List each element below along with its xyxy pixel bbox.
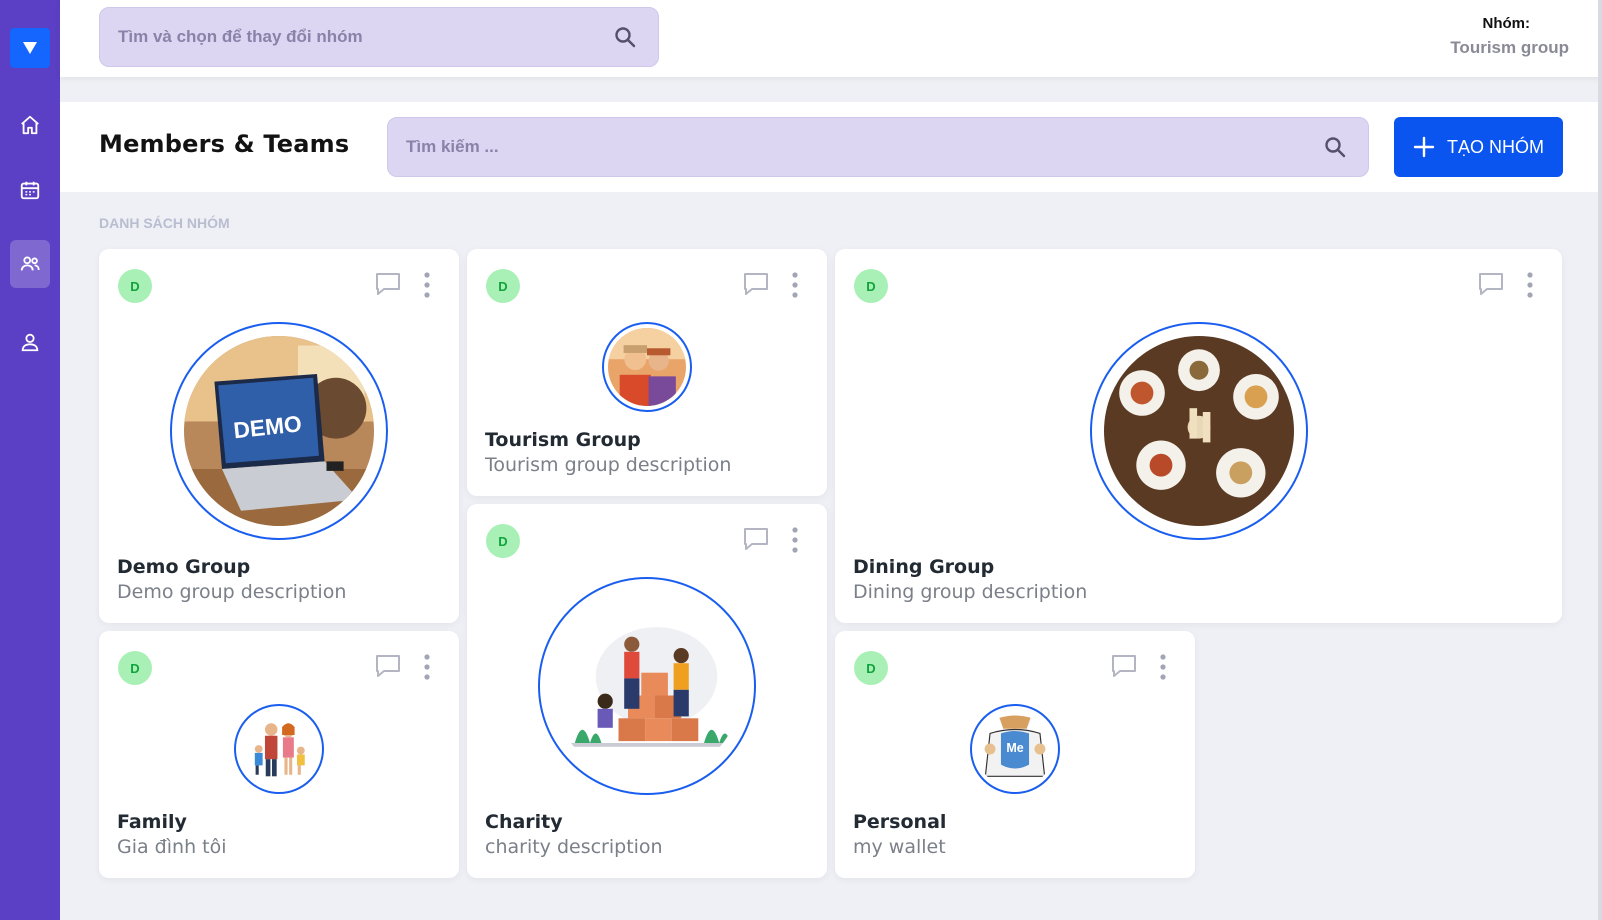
chat-icon[interactable] (374, 271, 402, 297)
group-initial-badge: D (118, 651, 152, 685)
sidebar-item-profile[interactable] (10, 318, 50, 366)
svg-text:Me: Me (1006, 741, 1023, 755)
group-title: Charity (485, 811, 563, 833)
group-description: Dining group description (853, 581, 1088, 603)
group-avatar: Me (970, 704, 1060, 794)
search-icon (615, 27, 636, 48)
group-initial-badge: D (486, 269, 520, 303)
group-avatar (538, 577, 756, 795)
group-avatar: DEMO (170, 322, 388, 540)
charity-boxes-image (552, 591, 742, 781)
me-hero-image: Me (976, 710, 1054, 788)
group-switch-search[interactable] (99, 7, 659, 67)
group-description: charity description (485, 836, 663, 858)
sidebar-item-home[interactable] (10, 101, 50, 149)
group-initial-badge: D (854, 269, 888, 303)
group-initial-badge: D (486, 524, 520, 558)
chat-icon[interactable] (742, 526, 770, 552)
family-image (240, 710, 318, 788)
group-title: Personal (853, 811, 947, 833)
chat-icon[interactable] (374, 653, 402, 679)
member-search[interactable] (387, 117, 1369, 177)
group-card-demo[interactable]: D DEMO Demo Group Demo group description (99, 249, 459, 623)
group-description: Demo group description (117, 581, 347, 603)
topbar: Nhóm: Tourism group (60, 0, 1602, 77)
group-card-tourism[interactable]: D Tourism Group Tourism group descriptio… (467, 249, 827, 496)
page-header: Members & Teams TẠO NHÓM (60, 102, 1602, 192)
chat-icon[interactable] (1477, 271, 1505, 297)
group-card-dining[interactable]: D Dining Group Dining group description (835, 249, 1562, 623)
more-vertical-icon[interactable] (790, 526, 800, 554)
current-group-label: Nhóm: (1482, 15, 1531, 32)
page-scrollbar[interactable] (1598, 0, 1602, 920)
users-icon (20, 256, 40, 271)
group-initial-badge: D (118, 269, 152, 303)
sidebar (0, 0, 60, 920)
search-icon (1325, 137, 1346, 158)
search-input[interactable] (406, 137, 1320, 157)
group-title: Family (117, 811, 187, 833)
group-search-button[interactable] (610, 22, 640, 52)
more-vertical-icon[interactable] (1525, 271, 1535, 299)
group-search-input[interactable] (118, 27, 610, 47)
menu-toggle-button[interactable] (10, 28, 50, 68)
more-vertical-icon[interactable] (790, 271, 800, 299)
group-avatar (1090, 322, 1308, 540)
group-description: Tourism group description (485, 454, 732, 476)
create-group-button[interactable]: TẠO NHÓM (1394, 117, 1563, 177)
group-title: Dining Group (853, 556, 995, 578)
user-icon (21, 333, 39, 352)
group-card-personal[interactable]: D Me Personal my wallet (835, 631, 1195, 878)
group-card-charity[interactable]: D Charity charity description (467, 504, 827, 878)
search-button[interactable] (1320, 132, 1350, 162)
more-vertical-icon[interactable] (1158, 653, 1168, 681)
plus-icon (1413, 136, 1435, 158)
group-description: Gia đình tôi (117, 836, 227, 858)
group-title: Tourism Group (485, 429, 641, 451)
triangle-down-icon (23, 42, 37, 54)
more-vertical-icon[interactable] (422, 653, 432, 681)
dining-table-image (1104, 336, 1294, 526)
current-group-value: Tourism group (1450, 38, 1569, 57)
group-list-label: DANH SÁCH NHÓM (99, 215, 230, 231)
group-initial-badge: D (854, 651, 888, 685)
calendar-icon (20, 181, 40, 200)
sidebar-item-calendar[interactable] (10, 166, 50, 214)
group-description: my wallet (853, 836, 946, 858)
tourism-friends-image (608, 328, 686, 406)
page-title: Members & Teams (99, 130, 350, 158)
chat-icon[interactable] (742, 271, 770, 297)
group-card-family[interactable]: D Family Gia đình tôi (99, 631, 459, 878)
sidebar-item-members[interactable] (10, 240, 50, 288)
demo-laptop-image: DEMO (184, 336, 374, 526)
more-vertical-icon[interactable] (422, 271, 432, 299)
chat-icon[interactable] (1110, 653, 1138, 679)
group-avatar (234, 704, 324, 794)
group-avatar (602, 322, 692, 412)
group-title: Demo Group (117, 556, 251, 578)
home-icon (21, 115, 39, 135)
create-group-label: TẠO NHÓM (1447, 136, 1544, 157)
